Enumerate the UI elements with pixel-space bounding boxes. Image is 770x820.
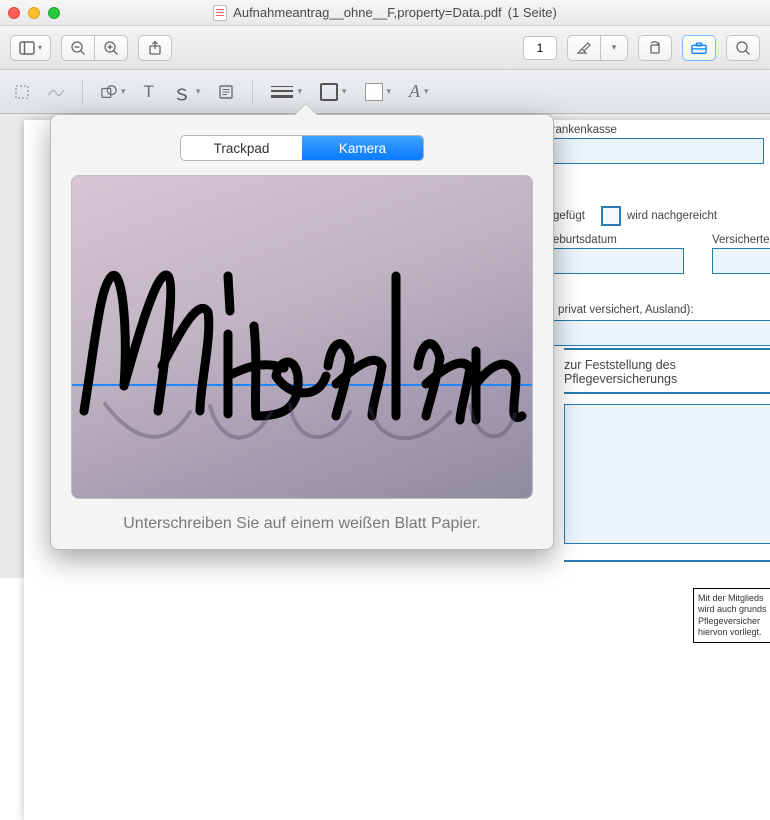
stroke-color-tool[interactable]: ▾ <box>320 78 347 106</box>
section-line <box>564 392 770 394</box>
chevron-down-icon: ▾ <box>297 86 302 97</box>
note-icon <box>218 84 234 100</box>
signature-instruction: Unterschreiben Sie auf einem weißen Blat… <box>71 515 533 533</box>
chevron-down-icon: ▾ <box>196 86 201 97</box>
versicherten-label: Versicherten <box>712 234 770 246</box>
nachgereicht-label: wird nachgereicht <box>627 210 717 222</box>
zoom-out-icon <box>70 40 86 56</box>
highlight-button[interactable] <box>567 35 601 61</box>
toolbar-divider <box>252 80 253 104</box>
camera-preview <box>71 175 533 499</box>
chevron-down-icon: ▾ <box>121 86 126 97</box>
fineprint-line: hiervon vorliegt. <box>698 627 762 637</box>
zoom-group <box>61 35 128 61</box>
geburtsdatum-label: Geburtsdatum <box>544 234 684 246</box>
signature-shadow <box>100 394 520 464</box>
share-button[interactable] <box>138 35 172 61</box>
privat-versichert-field[interactable] <box>544 320 770 346</box>
window-title-filename: Aufnahmeantrag__ohne__F,property=Data.pd… <box>233 5 502 20</box>
signature-tool[interactable]: ｓ ▾ <box>172 78 201 106</box>
minimize-window-button[interactable] <box>28 7 40 19</box>
versicherten-field[interactable] <box>712 248 770 274</box>
feststellung-label: zur Feststellung des Pflegeversicherungs <box>564 358 770 386</box>
signature-icon: ｓ <box>172 77 192 106</box>
search-button[interactable] <box>726 35 760 61</box>
main-toolbar: ▾ ▾ <box>0 26 770 70</box>
line-style-tool[interactable]: ▾ <box>271 78 302 106</box>
selection-icon <box>14 84 30 100</box>
form-fragment: Krankenkasse er eigefügt wird nachgereic… <box>544 124 770 346</box>
camera-tab[interactable]: Kamera <box>302 136 423 160</box>
stroke-swatch-icon <box>320 83 338 101</box>
text-style-tool[interactable]: A ▾ <box>409 78 429 106</box>
partial-label-er: er <box>544 176 770 188</box>
markup-toolbar-button[interactable] <box>682 35 716 61</box>
privat-versichert-label: B. privat versichert, Ausland): <box>544 304 770 316</box>
share-icon <box>147 40 163 56</box>
highlight-menu-button[interactable]: ▾ <box>600 35 628 61</box>
chevron-down-icon: ▾ <box>424 86 429 97</box>
sketch-icon <box>48 84 64 100</box>
shapes-tool[interactable]: ▾ <box>101 78 126 106</box>
close-window-button[interactable] <box>8 7 20 19</box>
section-line <box>564 560 770 562</box>
selection-tool[interactable] <box>14 78 30 106</box>
krankenkasse-field[interactable] <box>544 138 764 164</box>
nachgereicht-checkbox[interactable] <box>601 206 621 226</box>
chevron-down-icon: ▾ <box>612 42 617 53</box>
highlight-icon <box>576 40 592 56</box>
sketch-tool[interactable] <box>48 78 64 106</box>
geburtsdatum-field[interactable] <box>544 248 684 274</box>
krankenkasse-label: Krankenkasse <box>544 124 770 136</box>
zoom-window-button[interactable] <box>48 7 60 19</box>
shapes-icon <box>101 84 117 100</box>
fill-swatch-icon <box>365 83 383 101</box>
fill-color-tool[interactable]: ▾ <box>365 78 392 106</box>
rotate-button[interactable] <box>638 35 672 61</box>
sidebar-toggle-button[interactable]: ▾ <box>10 35 51 61</box>
fineprint-line: Mit der Mitglieds <box>698 593 764 603</box>
page-number-field[interactable] <box>523 36 557 60</box>
text-style-icon: A <box>409 81 420 102</box>
sidebar-icon <box>19 40 35 56</box>
toolbar-divider <box>82 80 83 104</box>
chevron-down-icon: ▾ <box>387 86 392 97</box>
zoom-in-button[interactable] <box>94 35 128 61</box>
zoom-in-icon <box>103 40 119 56</box>
document-file-icon <box>213 5 227 21</box>
text-tool[interactable]: T <box>144 78 154 106</box>
signature-source-segmented: Trackpad Kamera <box>180 135 424 161</box>
note-tool[interactable] <box>218 78 234 106</box>
toolbox-icon <box>691 40 707 56</box>
fineprint-line: Pflegeversicher <box>698 616 760 626</box>
chevron-down-icon: ▾ <box>342 86 347 97</box>
signature-popover: Trackpad Kamera Unterschreiben Sie auf e… <box>50 114 554 550</box>
window-controls <box>8 7 60 19</box>
line-weight-icon <box>271 86 293 98</box>
large-field[interactable] <box>564 404 770 544</box>
window-title-pagecount: (1 Seite) <box>508 5 557 20</box>
zoom-out-button[interactable] <box>61 35 95 61</box>
fineprint-box: Mit der Mitglieds wird auch grunds Pfleg… <box>693 588 770 643</box>
chevron-down-icon: ▾ <box>38 43 42 52</box>
highlight-group: ▾ <box>567 35 628 61</box>
fineprint-line: wird auch grunds <box>698 604 767 614</box>
trackpad-tab[interactable]: Trackpad <box>181 136 302 160</box>
search-icon <box>735 40 751 56</box>
rotate-icon <box>647 40 663 56</box>
markup-toolbar: ▾ T ｓ ▾ ▾ ▾ ▾ A ▾ <box>0 70 770 114</box>
window-title: Aufnahmeantrag__ohne__F,property=Data.pd… <box>0 5 770 21</box>
window-titlebar: Aufnahmeantrag__ohne__F,property=Data.pd… <box>0 0 770 26</box>
section-line <box>564 348 770 350</box>
